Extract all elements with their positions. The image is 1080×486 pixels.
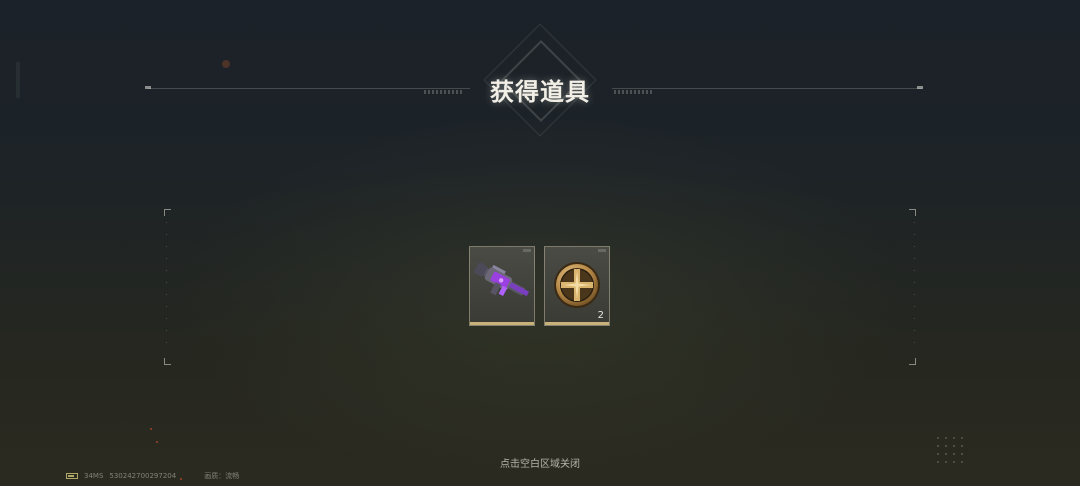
frame-corner-bottom-right — [909, 358, 916, 365]
ember-particle — [150, 428, 152, 430]
frame-corner-bottom-left — [164, 358, 171, 365]
item-rarity-marker — [523, 249, 531, 252]
dialog-title: 获得道具 — [490, 78, 590, 106]
player-id-text: 530242700297204 — [109, 472, 177, 480]
reward-popup-screen[interactable]: 获得道具 2 点击空白区域关闭 34MS 530242700297204 画质：… — [0, 0, 1080, 486]
latency-text: 34MS — [84, 472, 104, 480]
graphics-quality-text: 画质：流畅 — [204, 472, 240, 480]
network-signal-icon — [66, 473, 78, 479]
decorative-dot-grid — [934, 434, 964, 464]
background-notification-dot — [222, 60, 230, 68]
item-rarity-marker — [598, 249, 606, 252]
frame-ticks-right — [914, 222, 915, 350]
reward-item-card[interactable] — [469, 246, 535, 326]
ember-particle — [180, 478, 182, 480]
purple-rifle-icon — [474, 262, 530, 297]
close-hint: 点击空白区域关闭 — [500, 459, 580, 470]
frame-corner-top-left — [164, 209, 171, 216]
status-bar: 34MS 530242700297204 画质：流畅 — [66, 470, 239, 482]
reward-item-card[interactable]: 2 — [544, 246, 610, 326]
frame-ticks-left — [166, 222, 167, 350]
ember-particle — [156, 441, 158, 443]
frame-corner-top-right — [909, 209, 916, 216]
item-quantity: 2 — [597, 310, 604, 321]
